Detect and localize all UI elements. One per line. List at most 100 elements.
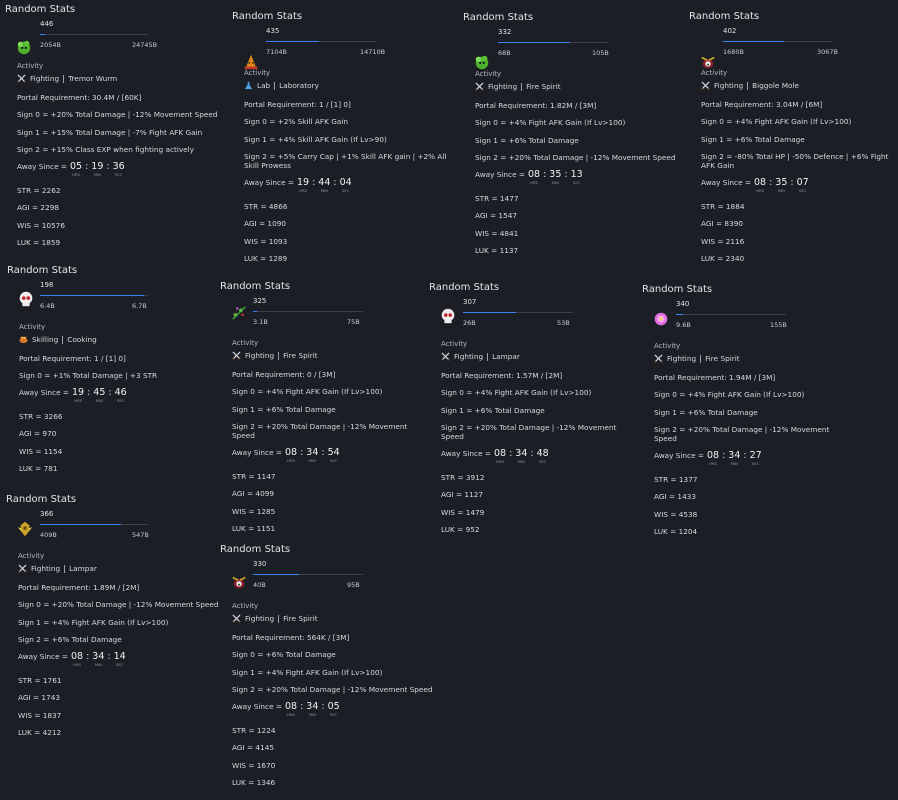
activity-type: Fighting — [714, 81, 744, 90]
activity-type: Fighting — [245, 351, 275, 360]
card-body: Activity Lab Laboratory Portal Requireme… — [232, 69, 452, 263]
stat-line: AGI = 4099 — [232, 489, 274, 498]
stat-lines: STR = 1477 AGI = 1547 WIS = 4841 LUK = 1137 — [475, 194, 683, 256]
timer-seconds: 07 — [796, 177, 809, 188]
level-value: 340 — [676, 300, 690, 308]
away-since: Away Since = 19 HRS : 44 MIN : 04 SEC — [244, 177, 452, 194]
card-info-line: Sign 0 = +4% Fight AFK Gain (If Lv>100) — [475, 118, 626, 127]
card-info-line: Portal Requirement: 1.82M / [3M] — [475, 100, 597, 110]
bar-min-value: 3.1B — [253, 318, 268, 326]
activity-divider — [64, 564, 66, 573]
card-info-line: Portal Requirement: 3.04M / [6M] — [701, 99, 823, 109]
bar-max-value: 3067B — [817, 48, 839, 56]
activity-row: Skilling Cooking — [19, 334, 217, 345]
activity-type: Fighting — [245, 614, 275, 623]
level-value: 366 — [40, 510, 54, 518]
stat-line: LUK = 781 — [19, 464, 58, 473]
timer-seconds: 27 — [749, 450, 762, 461]
activity-row: Fighting Fire Spirit — [654, 353, 852, 364]
card-body: Activity Fighting Fire Spirit Portal Req… — [220, 602, 435, 787]
timer-hours: 08 — [528, 169, 541, 180]
stat-line: LUK = 1859 — [17, 238, 61, 247]
card-info-line: Sign 1 = +6% Total Damage — [475, 135, 579, 145]
timer-minutes-unit: MIN — [93, 172, 101, 177]
random-stats-card: Random Stats 330 40B 95B Activity Fighti… — [220, 544, 435, 787]
card-body: Activity Fighting Tremor Wurm Portal Req… — [5, 62, 230, 247]
bar-min-value: 26B — [463, 319, 476, 327]
bar-min-value: 68B — [498, 49, 511, 57]
bar-max-value: 14710B — [360, 48, 386, 56]
timer-seconds-unit: SEC — [116, 398, 125, 403]
timer-minutes: 34 — [728, 450, 741, 461]
stat-line: STR = 1761 — [18, 675, 62, 685]
stat-line: LUK = 1137 — [475, 246, 519, 255]
stat-line: AGI = 4145 — [232, 743, 274, 752]
level-progress-bar — [40, 295, 148, 296]
timer-hours-unit: HRS — [287, 458, 295, 463]
level-progress-fill — [463, 312, 516, 313]
stat-line: STR = 1477 — [475, 193, 519, 203]
sign-lines: Portal Requirement: 0 / [3M] Sign 0 = +4%… — [232, 370, 430, 441]
bar-min-value: 7104B — [266, 48, 288, 56]
timer-hours: 08 — [754, 177, 767, 188]
activity-divider — [274, 81, 276, 90]
activity-target: Fire Spirit — [283, 614, 318, 623]
activity-row: Fighting Tremor Wurm — [17, 73, 230, 84]
timer-seconds-unit: SEC — [341, 188, 350, 193]
vine-icon — [230, 304, 248, 322]
stat-line: WIS = 2116 — [701, 236, 745, 246]
stat-line: AGI = 1090 — [244, 219, 286, 228]
card-title: Random Stats — [689, 11, 760, 22]
away-timer: 08 HRS : 34 MIN : 48 SEC — [494, 448, 549, 465]
level-row: 446 2054B 24745B — [5, 18, 230, 58]
level-row: 307 26B 53B — [429, 296, 639, 336]
away-since: Away Since = 08 HRS : 34 MIN : 54 SEC — [232, 447, 430, 464]
card-info-line: Sign 1 = +6% Total Damage — [232, 404, 336, 414]
card-info-line: Sign 1 = +15% Total Damage | -7% Fight A… — [17, 127, 203, 137]
activity-target: Lampar — [69, 564, 97, 573]
sign-lines: Portal Requirement: 1 / [1] 0] Sign 0 = +… — [19, 354, 217, 381]
away-since-label: Away Since = — [441, 449, 491, 458]
card-info-line: Sign 2 = +6% Total Damage — [18, 635, 122, 644]
stat-line: LUK = 1346 — [232, 778, 276, 787]
stat-line: WIS = 4538 — [654, 509, 698, 519]
card-info-line: Sign 2 = +5% Carry Cap | +1% Skill AFK g… — [244, 152, 447, 170]
stat-line: LUK = 4212 — [18, 728, 62, 737]
away-since-label: Away Since = — [654, 451, 704, 460]
stat-line: WIS = 4841 — [475, 228, 519, 238]
level-row: 198 6.4B 6.7B — [7, 279, 217, 319]
bar-max-value: 24745B — [132, 41, 158, 49]
activity-label: Activity — [244, 69, 271, 77]
random-stats-card: Random Stats 325 3.1B 75B Activity Fight… — [220, 281, 430, 533]
skull-icon — [17, 290, 35, 308]
card-body: Activity Fighting Fire Spirit Portal Req… — [642, 342, 852, 536]
random-stats-card: Random Stats 307 26B 53B Activity Fighti… — [429, 282, 639, 534]
activity-label: Activity — [475, 70, 502, 78]
timer-seconds: 04 — [339, 177, 352, 188]
card-info-line: Portal Requirement: 1 / [1] 0] — [244, 99, 351, 109]
level-progress-fill — [266, 41, 319, 42]
stat-line: LUK = 952 — [441, 525, 480, 534]
timer-minutes-unit: MIN — [777, 188, 785, 193]
stat-line: STR = 4866 — [244, 201, 288, 211]
card-info-line: Portal Requirement: 30.4M / [60K] — [17, 92, 142, 102]
card-body: Activity Fighting Lampar Portal Requirem… — [6, 552, 221, 737]
level-progress-bar — [253, 311, 363, 312]
green-slime-icon — [473, 53, 491, 71]
activity-type: Lab — [257, 81, 271, 90]
away-timer: 08 HRS : 35 MIN : 13 SEC — [528, 169, 583, 186]
bar-min-value: 9.6B — [676, 321, 691, 329]
card-title: Random Stats — [232, 11, 303, 22]
card-title: Random Stats — [220, 281, 291, 292]
card-info-line: Sign 0 = +4% Fight AFK Gain (If Lv>100) — [654, 390, 805, 399]
timer-hours-unit: HRS — [73, 662, 81, 667]
level-row: 402 1680B 3067B — [689, 25, 889, 69]
card-info-line: Sign 2 = +20% Total Damage | -12% Moveme… — [232, 422, 408, 440]
level-progress-bar — [40, 524, 148, 525]
activity-label: Activity — [19, 323, 46, 331]
bar-max-value: 6.7B — [132, 302, 147, 310]
stat-line: WIS = 1285 — [232, 506, 276, 516]
card-info-line: Portal Requirement: 0 / [3M] — [232, 369, 336, 379]
away-timer: 08 HRS : 34 MIN : 05 SEC — [285, 701, 340, 718]
timer-seconds: 54 — [327, 447, 340, 458]
